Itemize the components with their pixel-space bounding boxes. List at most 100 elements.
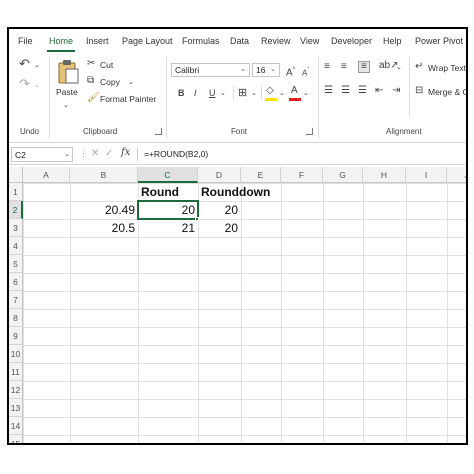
align-bottom-icon[interactable]: ≡ [358, 61, 370, 73]
row-header-10[interactable]: 10 [9, 345, 23, 363]
cell-b2[interactable]: 20.49 [70, 201, 138, 219]
row-header-6[interactable]: 6 [9, 273, 23, 291]
tab-file[interactable]: File [18, 36, 33, 46]
cell-c3[interactable]: 21 [138, 219, 198, 237]
align-middle-icon[interactable]: ≡ [341, 62, 347, 72]
wrap-text-icon[interactable]: ↵ [415, 62, 423, 72]
row-header-15[interactable]: 15 [9, 435, 23, 443]
orientation-dropdown-icon[interactable]: ⌄ [396, 63, 402, 73]
font-color-dropdown-icon[interactable]: ⌄ [303, 89, 309, 99]
merge-center-icon[interactable]: ⊟ [415, 86, 423, 96]
cut-icon[interactable]: ✂ [87, 59, 95, 69]
font-size-dropdown[interactable]: 16 ⌄ [252, 63, 280, 77]
tab-help[interactable]: Help [383, 36, 402, 46]
increase-indent-icon[interactable]: ⇥ [392, 86, 400, 96]
align-left-icon[interactable]: ☰ [324, 86, 333, 96]
enter-icon[interactable]: ✓ [105, 148, 113, 159]
clipboard-group-label: Clipboard [83, 127, 118, 136]
fill-color-dropdown-icon[interactable]: ⌄ [279, 89, 285, 99]
underline-button[interactable]: U [209, 88, 216, 98]
cell-d3[interactable]: 20 [198, 219, 241, 237]
column-header-d[interactable]: D [198, 167, 241, 183]
cut-label[interactable]: Cut [100, 60, 113, 70]
tab-view[interactable]: View [300, 36, 319, 46]
row-header-12[interactable]: 12 [9, 381, 23, 399]
copy-icon[interactable]: ⧉ [87, 76, 94, 86]
cell-d2[interactable]: 20 [198, 201, 241, 219]
font-name-dropdown[interactable]: Calibri ⌄ [171, 63, 250, 77]
row-header-8[interactable]: 8 [9, 309, 23, 327]
row-header-14[interactable]: 14 [9, 417, 23, 435]
row-header-9[interactable]: 9 [9, 327, 23, 345]
select-all-corner[interactable] [9, 167, 23, 183]
column-header-j[interactable]: J [447, 167, 466, 183]
tab-power-pivot[interactable]: Power Pivot [415, 36, 463, 46]
tab-developer[interactable]: Developer [331, 36, 372, 46]
cell-d1[interactable]: Rounddown [198, 183, 278, 201]
column-header-c[interactable]: C [138, 167, 198, 183]
underline-dropdown-icon[interactable]: ⌄ [220, 89, 226, 99]
row-header-7[interactable]: 7 [9, 291, 23, 309]
wrap-text-label[interactable]: Wrap Text [428, 63, 466, 73]
bold-button[interactable]: B [178, 88, 185, 98]
formula-input[interactable]: =+ROUND(B2,0) [144, 149, 208, 159]
paste-dropdown-icon: ⌄ [63, 102, 69, 109]
cell-b3[interactable]: 20.5 [70, 219, 138, 237]
align-right-icon[interactable]: ☰ [358, 86, 367, 96]
tab-insert[interactable]: Insert [86, 36, 109, 46]
format-painter-icon[interactable]: 🖌 [87, 93, 100, 103]
clipboard-launcher-icon[interactable] [155, 128, 162, 135]
font-separator [261, 86, 262, 100]
undo-dropdown-icon[interactable]: ⌄ [34, 61, 40, 71]
row-header-1[interactable]: 1 [9, 183, 23, 201]
row-header-5[interactable]: 5 [9, 255, 23, 273]
undo-group-label: Undo [20, 127, 40, 136]
tab-data[interactable]: Data [230, 36, 249, 46]
column-header-h[interactable]: H [363, 167, 406, 183]
column-header-a[interactable]: A [23, 167, 70, 183]
insert-function-icon[interactable]: fx [121, 147, 130, 158]
row-header-2[interactable]: 2 [9, 201, 23, 219]
grow-font-icon[interactable]: A^ [286, 65, 296, 78]
redo-dropdown-icon[interactable]: ⌄ [34, 81, 40, 91]
column-header-e[interactable]: E [241, 167, 281, 183]
column-header-i[interactable]: I [406, 167, 447, 183]
decrease-indent-icon[interactable]: ⇤ [375, 86, 383, 96]
cell-c1[interactable]: Round [138, 183, 198, 201]
row-header-13[interactable]: 13 [9, 399, 23, 417]
fill-color-icon[interactable]: ◇ [266, 86, 274, 96]
column-header-g[interactable]: G [323, 167, 363, 183]
worksheet-grid[interactable]: A B C D E F G H I J 1 2 3 4 5 6 7 8 9 10… [9, 167, 466, 443]
column-header-b[interactable]: B [70, 167, 138, 183]
row-header-4[interactable]: 4 [9, 237, 23, 255]
tab-review[interactable]: Review [261, 36, 291, 46]
cancel-icon[interactable]: ✕ [91, 148, 99, 159]
copy-label[interactable]: Copy [100, 77, 120, 87]
tab-page-layout[interactable]: Page Layout [122, 36, 173, 46]
row-header-11[interactable]: 11 [9, 363, 23, 381]
chevron-down-icon: ⌄ [270, 66, 276, 73]
font-color-icon[interactable]: A [291, 86, 298, 96]
font-group-label: Font [231, 127, 248, 136]
format-painter-label[interactable]: Format Painter [100, 94, 156, 104]
font-launcher-icon[interactable] [306, 128, 313, 135]
italic-button[interactable]: I [194, 88, 197, 98]
font-separator [233, 86, 234, 100]
row-header-3[interactable]: 3 [9, 219, 23, 237]
paste-button[interactable]: Paste ⌄ [55, 57, 81, 117]
undo-icon[interactable]: ↶ [19, 57, 30, 70]
borders-dropdown-icon[interactable]: ⌄ [251, 89, 257, 99]
name-box[interactable]: C2 ⌄ [11, 147, 73, 162]
redo-icon[interactable]: ↷ [19, 77, 30, 90]
fill-handle[interactable] [195, 217, 199, 221]
more-options-icon[interactable]: ⋮ [79, 148, 88, 159]
tab-formulas[interactable]: Formulas [182, 36, 220, 46]
column-header-f[interactable]: F [281, 167, 323, 183]
borders-icon[interactable]: ⊞ [238, 88, 247, 99]
copy-dropdown-icon[interactable]: ⌄ [128, 78, 134, 88]
align-top-icon[interactable]: ≡ [324, 62, 330, 72]
tab-home[interactable]: Home [49, 36, 73, 46]
shrink-font-icon[interactable]: Aˇ [302, 66, 309, 79]
merge-center-label[interactable]: Merge & C [428, 87, 466, 97]
align-center-icon[interactable]: ☰ [341, 86, 350, 96]
